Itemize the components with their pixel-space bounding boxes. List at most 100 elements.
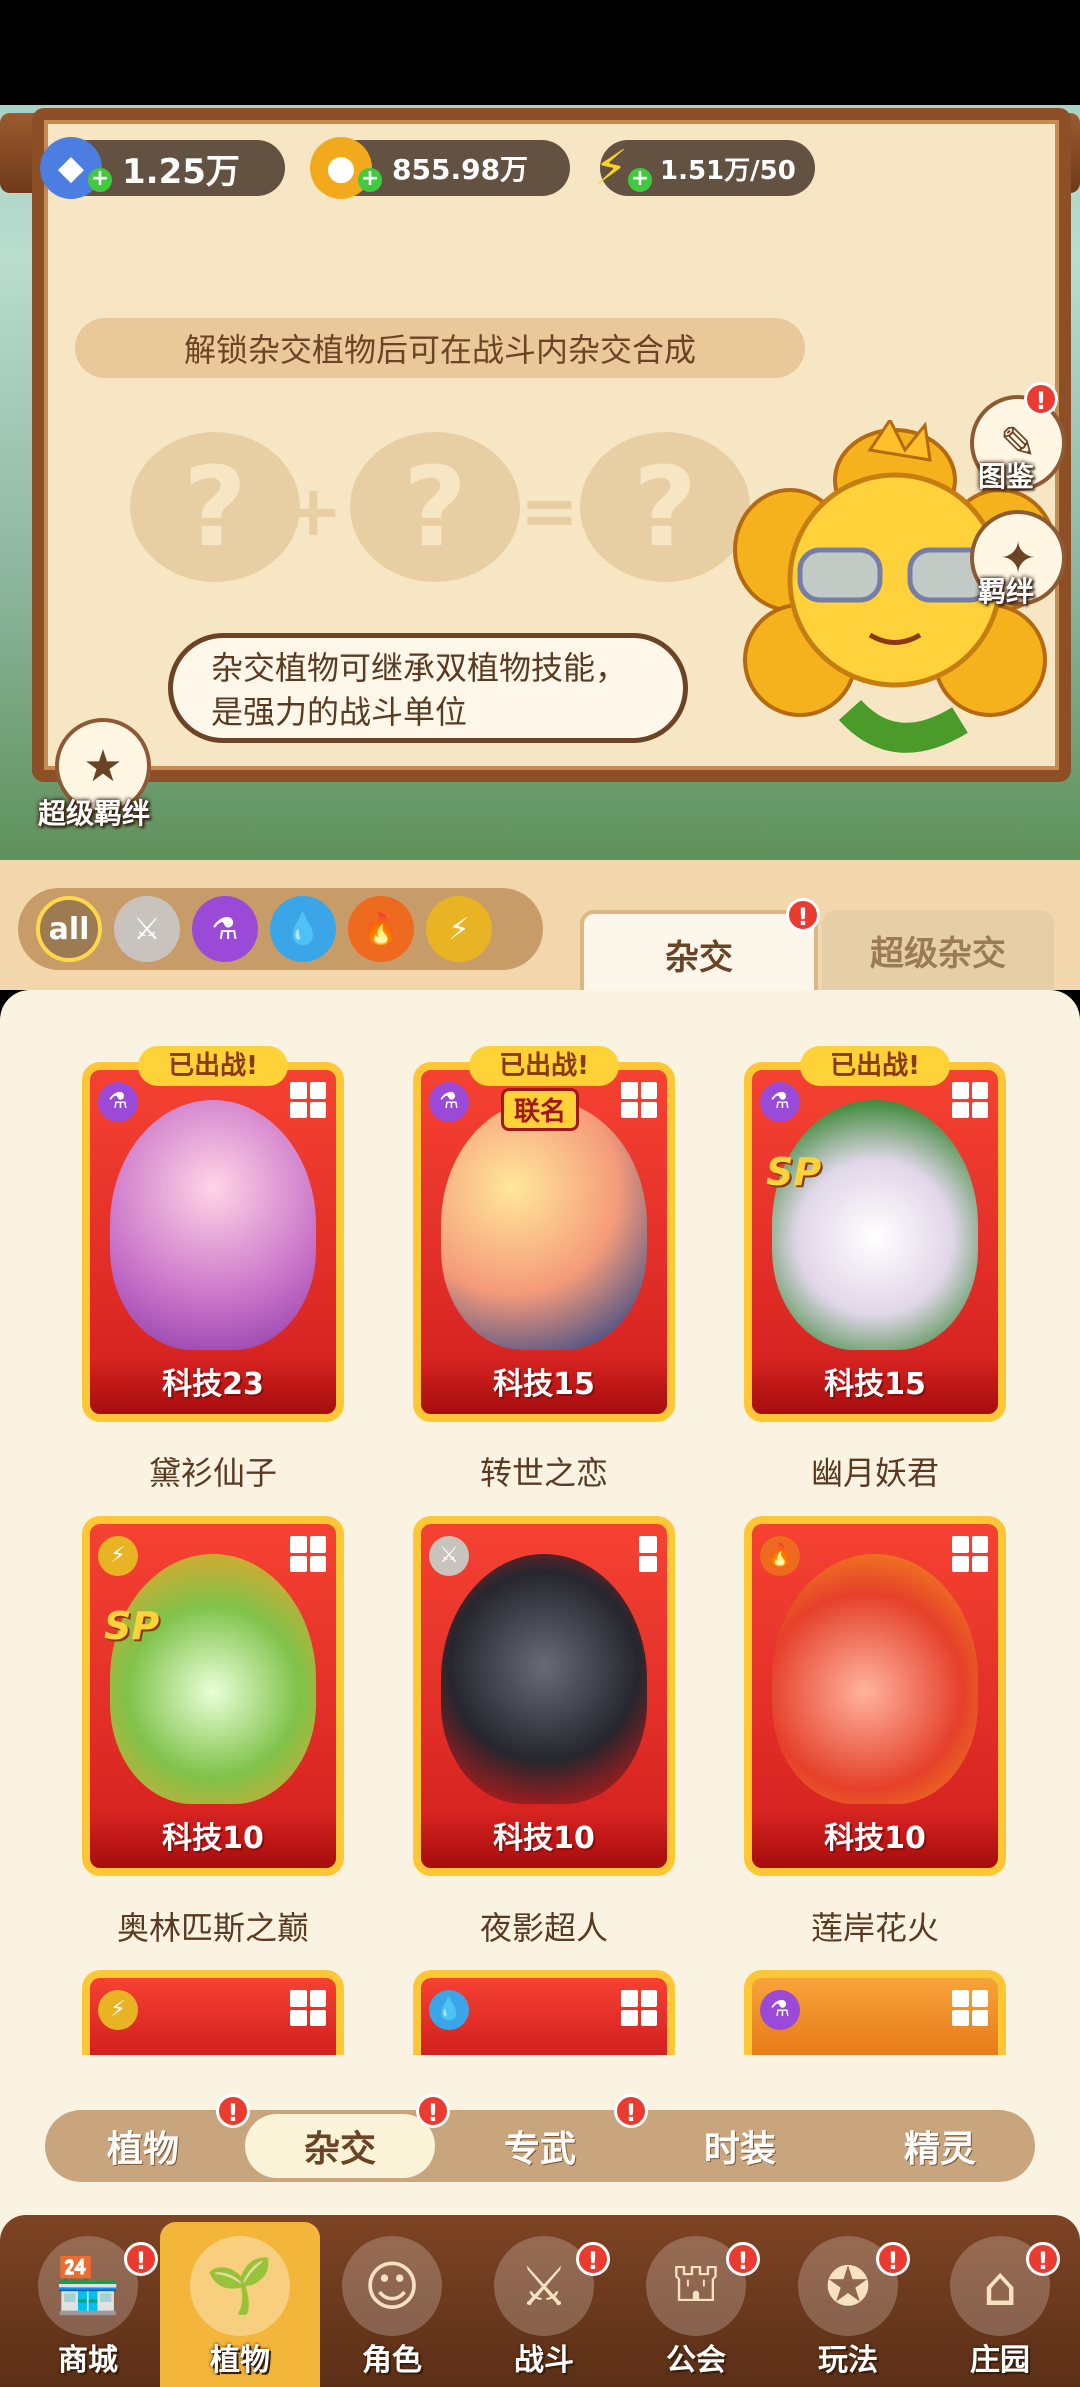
plus-sign: + [284, 470, 343, 552]
gem-value: 1.25万 [122, 151, 240, 192]
info-speech-bubble: 杂交植物可继承双植物技能，是强力的战斗单位 [168, 633, 688, 743]
fire-element-icon: 🔥 [760, 1536, 800, 1576]
nav-battle-alert-badge: ! [576, 2242, 610, 2276]
plant-card[interactable]: ⚗ [744, 1970, 1006, 2055]
nav-manor-alert-badge: ! [1026, 2242, 1060, 2276]
tech-level: 科技15 [752, 1356, 998, 1414]
codex-alert-badge: ! [1024, 382, 1058, 416]
coin-counter[interactable]: ● + 855.98万 [310, 137, 570, 199]
nav-guild-alert-badge: ! [726, 2242, 760, 2276]
character-icon: ☺ [342, 2236, 442, 2336]
deployed-badge: 已出战! [138, 1046, 288, 1086]
nav-character[interactable]: ☺ 角色 [322, 2230, 462, 2380]
sp-tag: SP [104, 1604, 160, 1648]
system-status-bar [0, 0, 1080, 105]
filter-lightning-icon[interactable]: ⚡ [426, 896, 492, 962]
deployed-badge: 已出战! [469, 1046, 619, 1086]
sub-tab-fashion[interactable]: 时装 [645, 2110, 835, 2182]
tech-level: 科技10 [90, 1810, 336, 1868]
nav-battle-label: 战斗 [514, 2343, 574, 2378]
plant-art-image [110, 1100, 316, 1350]
plant-card[interactable]: ⚡ [82, 1970, 344, 2055]
grid-icon [290, 1536, 326, 1572]
sub-tab-spirit[interactable]: 精灵 [845, 2110, 1035, 2182]
tab-hybrid[interactable]: 杂交 [580, 910, 818, 994]
sub-tab-plants[interactable]: 植物 [48, 2110, 238, 2182]
add-coin-icon[interactable]: + [358, 168, 382, 192]
nav-character-label: 角色 [362, 2343, 422, 2378]
water-element-icon: 💧 [429, 1990, 469, 2030]
unlock-hint: 解锁杂交植物后可在战斗内杂交合成 [75, 318, 805, 378]
grid-icon [952, 1082, 988, 1118]
plant-name: 黛衫仙子 [148, 1454, 277, 1492]
collab-tag: 联名 [501, 1088, 580, 1131]
add-gem-icon[interactable]: + [88, 168, 112, 192]
plants-icon: 🌱 [190, 2236, 290, 2336]
super-bond-star-icon: ★ [83, 740, 123, 792]
add-energy-icon[interactable]: + [628, 168, 652, 192]
sub-tab-hybrid[interactable]: 杂交 [245, 2110, 435, 2182]
hybrid-result-icon: ? [580, 432, 750, 582]
potion-element-icon: ⚗ [429, 1082, 469, 1122]
sub-tab-weapon[interactable]: 专武 [445, 2110, 635, 2182]
sp-tag: SP [766, 1150, 822, 1194]
potion-element-icon: ⚗ [760, 1082, 800, 1122]
lightning-element-icon: ⚡ [98, 1990, 138, 2030]
tech-level: 科技15 [421, 1356, 667, 1414]
lightning-element-icon: ⚡ [98, 1536, 138, 1576]
grid-icon [952, 1536, 988, 1572]
grid-icon [621, 1082, 657, 1118]
nav-gameplay-alert-badge: ! [876, 2242, 910, 2276]
hybrid-slot-2-icon: ? [350, 432, 520, 582]
deployed-badge: 已出战! [800, 1046, 950, 1086]
plant-name: 奥林匹斯之巅 [116, 1909, 309, 1947]
equals-sign: = [520, 470, 579, 552]
sword-element-icon: ⚔ [429, 1536, 469, 1576]
tech-level: 科技10 [752, 1810, 998, 1868]
plant-card[interactable]: ⚡ SP 科技10 [82, 1516, 344, 1876]
plant-name: 莲岸花火 [810, 1909, 939, 1947]
tab-hybrid-alert-badge: ! [786, 898, 820, 932]
plant-art-image [772, 1100, 978, 1350]
shop-icon: 🏪 [38, 2236, 138, 2336]
tab-super-hybrid[interactable]: 超级杂交 [822, 910, 1054, 990]
filter-water-icon[interactable]: 💧 [270, 896, 336, 962]
gem-counter[interactable]: ◆ + 1.25万 [40, 137, 285, 199]
plant-card[interactable]: 🔥 科技10 [744, 1516, 1006, 1876]
plant-card[interactable]: 💧 [413, 1970, 675, 2055]
grid-icon [290, 1990, 326, 2026]
plant-art-image [441, 1554, 647, 1804]
grid-icon [290, 1082, 326, 1118]
codex-label: 图鉴 [978, 460, 1035, 493]
sub-tab-weapon-alert-badge: ! [614, 2094, 648, 2128]
grid-icon [621, 1990, 657, 2026]
plant-name: 夜影超人 [479, 1909, 608, 1947]
potion-element-icon: ⚗ [760, 1990, 800, 2030]
nav-plants-label: 植物 [210, 2343, 270, 2378]
nav-gameplay-label: 玩法 [818, 2343, 878, 2378]
coin-value: 855.98万 [392, 153, 529, 186]
plant-card[interactable]: ⚔ 科技10 [413, 1516, 675, 1876]
nav-shop-alert-badge: ! [124, 2242, 158, 2276]
filter-potion-icon[interactable]: ⚗ [192, 896, 258, 962]
plant-card[interactable]: ⚗ 科技23 [82, 1062, 344, 1422]
potion-element-icon: ⚗ [98, 1082, 138, 1122]
super-bond-label: 超级羁绊 [38, 797, 151, 830]
energy-value: 1.51万/50 [660, 155, 796, 186]
plant-name: 转世之恋 [479, 1454, 608, 1492]
tech-level: 科技10 [421, 1810, 667, 1868]
filter-all-button[interactable]: all [36, 896, 102, 962]
filter-fire-icon[interactable]: 🔥 [348, 896, 414, 962]
plant-card[interactable]: ⚗ SP 科技15 [744, 1062, 1006, 1422]
filter-sword-icon[interactable]: ⚔ [114, 896, 180, 962]
nav-plants[interactable]: 🌱 植物 [170, 2230, 310, 2380]
energy-counter[interactable]: ⚡ + 1.51万/50 [594, 140, 815, 196]
nav-manor-label: 庄园 [970, 2343, 1030, 2378]
nav-shop-label: 商城 [58, 2343, 118, 2378]
plant-art-image [110, 1554, 316, 1804]
plant-name: 幽月妖君 [810, 1454, 939, 1492]
plant-art-image [441, 1100, 647, 1350]
plant-card[interactable]: ⚗ 联名 科技15 [413, 1062, 675, 1422]
plant-art-image [772, 1554, 978, 1804]
grid-icon [952, 1990, 988, 2026]
